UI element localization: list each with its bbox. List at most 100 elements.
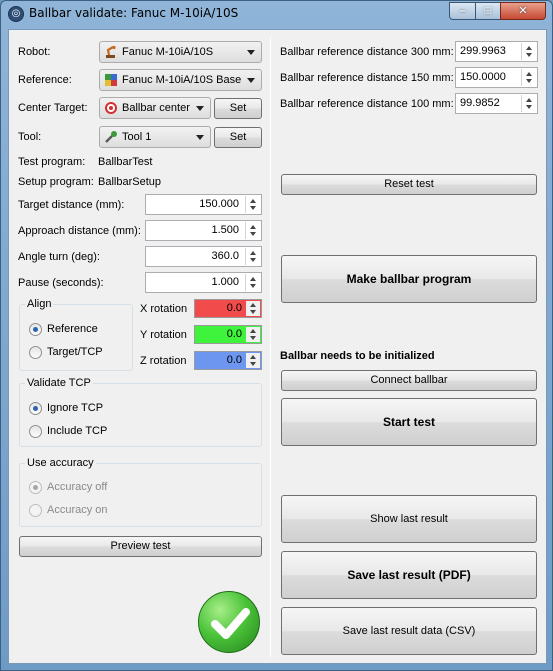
chevron-down-icon: [196, 135, 204, 140]
reference-label: Reference:: [18, 74, 72, 86]
accuracy-off-radio: [29, 481, 42, 494]
test-program-label: Test program:: [18, 156, 86, 168]
accuracy-on-label: Accuracy on: [47, 504, 108, 516]
center-target-value: Ballbar center: [122, 102, 190, 114]
y-rotation-value: 0.0: [226, 328, 242, 340]
app-icon: ◎: [8, 6, 24, 22]
checkmark-ok-icon: [198, 591, 260, 653]
connect-ballbar-button[interactable]: Connect ballbar: [281, 370, 537, 391]
reference-select[interactable]: Fanuc M-10iA/10S Base: [99, 69, 262, 91]
angle-turn-input[interactable]: 360.0: [145, 246, 262, 267]
align-target-tcp-radio[interactable]: [29, 346, 42, 359]
test-program-value: BallbarTest: [98, 156, 153, 168]
target-distance-input[interactable]: 150.000: [145, 194, 262, 215]
column-divider: [270, 37, 271, 657]
chevron-down-icon: [247, 50, 255, 55]
ref-300-label: Ballbar reference distance 300 mm:: [280, 46, 454, 58]
ref-100-input[interactable]: 99.9852: [455, 93, 538, 114]
ballbar-status-text: Ballbar needs to be initialized: [280, 350, 435, 362]
ignore-tcp-radio[interactable]: [29, 402, 42, 415]
y-rotation-input[interactable]: 0.0: [194, 325, 262, 344]
z-rotation-value: 0.0: [226, 354, 242, 366]
spin-arrows-icon[interactable]: [521, 95, 536, 112]
spin-arrows-icon[interactable]: [245, 222, 260, 239]
y-rotation-label: Y rotation: [140, 329, 187, 341]
tool-label: Tool:: [18, 131, 42, 143]
title-bar[interactable]: ◎ Ballbar validate: Fanuc M-10iA/10S – □…: [1, 1, 552, 27]
tool-icon: [105, 131, 117, 143]
set-center-button[interactable]: Set: [214, 98, 262, 119]
robot-label: Robot:: [18, 46, 51, 58]
save-result-pdf-button[interactable]: Save last result (PDF): [281, 551, 537, 599]
reset-test-button[interactable]: Reset test: [281, 174, 537, 195]
chevron-down-icon: [196, 106, 204, 111]
ref-150-input[interactable]: 150.0000: [455, 67, 538, 88]
reference-frame-icon: [105, 74, 117, 86]
ignore-tcp-label[interactable]: Ignore TCP: [47, 402, 103, 414]
tool-select-value: Tool 1: [122, 131, 152, 143]
center-target-label: Center Target:: [18, 102, 88, 114]
validate-tcp-title: Validate TCP: [25, 377, 93, 389]
ref-150-label: Ballbar reference distance 150 mm:: [280, 72, 454, 84]
x-rotation-label: X rotation: [140, 303, 188, 315]
start-test-button[interactable]: Start test: [281, 398, 537, 446]
pause-input[interactable]: 1.000: [145, 272, 262, 293]
target-icon: [105, 102, 117, 114]
setup-program-label: Setup program:: [18, 176, 94, 188]
ref-150-value: 150.0000: [460, 71, 506, 83]
center-target-select[interactable]: Ballbar center: [99, 97, 211, 119]
angle-turn-label: Angle turn (deg):: [18, 251, 100, 263]
set-tool-button[interactable]: Set: [214, 127, 262, 148]
ref-100-value: 99.9852: [460, 97, 500, 109]
z-rotation-input[interactable]: 0.0: [194, 351, 262, 370]
save-result-csv-button[interactable]: Save last result data (CSV): [281, 607, 537, 655]
use-accuracy-group: [19, 463, 262, 527]
robot-arm-icon: [106, 45, 116, 58]
target-distance-label: Target distance (mm):: [18, 199, 125, 211]
target-distance-value: 150.000: [199, 198, 239, 210]
angle-turn-value: 360.0: [211, 250, 239, 262]
use-accuracy-title: Use accuracy: [25, 457, 96, 469]
spin-arrows-icon[interactable]: [521, 43, 536, 60]
align-reference-label[interactable]: Reference: [47, 323, 98, 335]
preview-test-button[interactable]: Preview test: [19, 536, 262, 557]
close-icon: ✕: [518, 5, 528, 17]
minimize-button[interactable]: –: [449, 2, 476, 20]
include-tcp-radio[interactable]: [29, 425, 42, 438]
align-group-title: Align: [25, 298, 54, 310]
window-title: Ballbar validate: Fanuc M-10iA/10S: [29, 6, 239, 20]
align-target-tcp-label[interactable]: Target/TCP: [47, 346, 103, 358]
pause-value: 1.000: [211, 276, 239, 288]
maximize-icon: □: [484, 5, 492, 17]
tool-select[interactable]: Tool 1: [99, 126, 211, 148]
spin-arrows-icon[interactable]: [246, 301, 260, 316]
reference-select-value: Fanuc M-10iA/10S Base: [122, 74, 242, 86]
minimize-icon: –: [459, 5, 466, 17]
ref-100-label: Ballbar reference distance 100 mm:: [280, 98, 454, 110]
approach-distance-input[interactable]: 1.500: [145, 220, 262, 241]
pause-label: Pause (seconds):: [18, 277, 104, 289]
approach-distance-label: Approach distance (mm):: [18, 225, 141, 237]
show-last-result-button[interactable]: Show last result: [281, 495, 537, 543]
validate-tcp-group: [19, 383, 262, 447]
ref-300-input[interactable]: 299.9963: [455, 41, 538, 62]
include-tcp-label[interactable]: Include TCP: [47, 425, 107, 437]
spin-arrows-icon[interactable]: [245, 274, 260, 291]
close-button[interactable]: ✕: [500, 2, 546, 20]
align-group: [19, 304, 133, 371]
spin-arrows-icon[interactable]: [521, 69, 536, 86]
spin-arrows-icon[interactable]: [246, 353, 260, 368]
spin-arrows-icon[interactable]: [245, 248, 260, 265]
robot-select[interactable]: Fanuc M-10iA/10S: [99, 41, 262, 63]
spin-arrows-icon[interactable]: [245, 196, 260, 213]
spin-arrows-icon[interactable]: [246, 327, 260, 342]
x-rotation-value: 0.0: [226, 302, 242, 314]
maximize-button[interactable]: □: [475, 2, 501, 20]
accuracy-off-label: Accuracy off: [47, 481, 108, 493]
make-ballbar-program-button[interactable]: Make ballbar program: [281, 255, 537, 303]
robot-select-value: Fanuc M-10iA/10S: [122, 46, 214, 58]
dialog-body: Robot: Fanuc M-10iA/10S Reference: Fanuc…: [8, 29, 547, 664]
x-rotation-input[interactable]: 0.0: [194, 299, 262, 318]
ref-300-value: 299.9963: [460, 45, 506, 57]
align-reference-radio[interactable]: [29, 323, 42, 336]
